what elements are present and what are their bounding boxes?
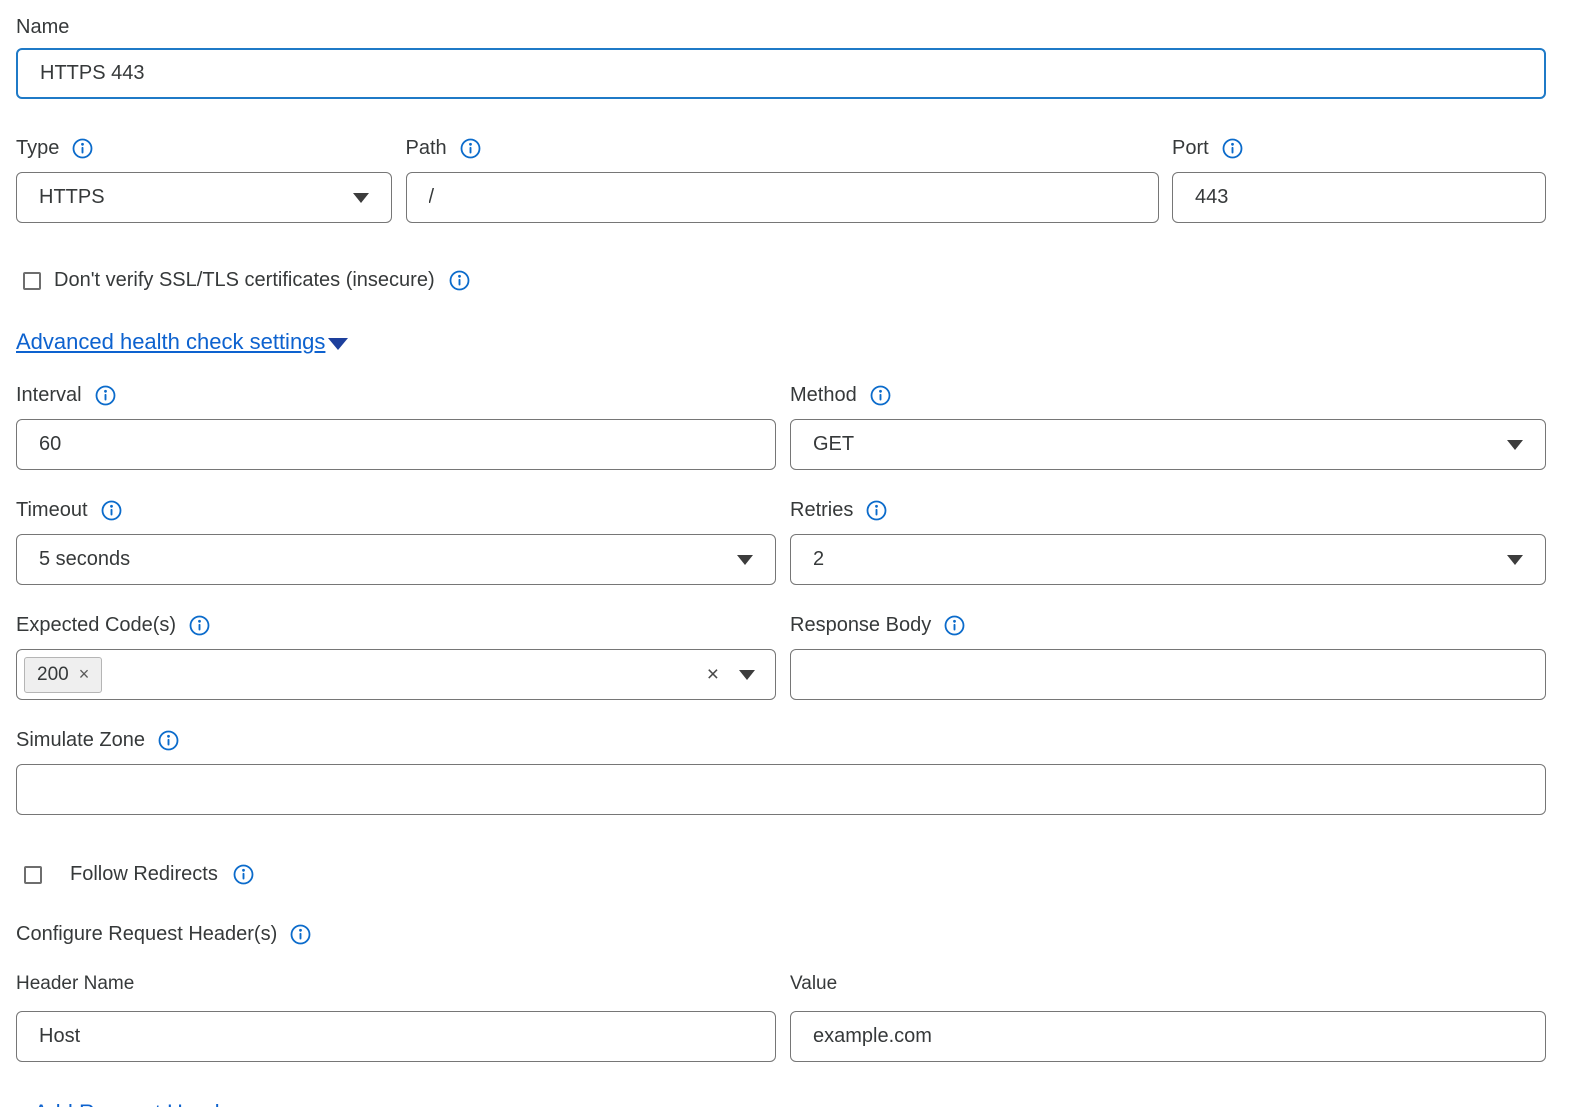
expected-codes-label: Expected Code(s) bbox=[16, 614, 176, 637]
path-label: Path bbox=[406, 137, 447, 160]
path-input[interactable] bbox=[406, 172, 1159, 223]
port-field: Port bbox=[1172, 137, 1546, 223]
name-label: Name bbox=[16, 16, 69, 39]
response-body-label: Response Body bbox=[790, 614, 931, 637]
header-name-column-label: Header Name bbox=[16, 973, 776, 995]
expected-codes-field: Expected Code(s) 200 × × bbox=[16, 614, 776, 700]
retries-select[interactable]: 2 bbox=[790, 534, 1546, 585]
interval-input[interactable] bbox=[16, 419, 776, 470]
add-request-header-link[interactable]: + Add Request Header bbox=[16, 1100, 239, 1107]
chevron-down-icon bbox=[1507, 440, 1523, 450]
advanced-settings-link[interactable]: Advanced health check settings bbox=[16, 329, 325, 355]
follow-redirects-row: Follow Redirects bbox=[24, 863, 1546, 886]
type-info-icon[interactable] bbox=[72, 138, 93, 159]
header-name-input[interactable] bbox=[16, 1011, 776, 1062]
timeout-select-value: 5 seconds bbox=[39, 548, 130, 571]
interval-label: Interval bbox=[16, 384, 82, 407]
follow-redirects-label: Follow Redirects bbox=[70, 863, 218, 886]
method-select[interactable]: GET bbox=[790, 419, 1546, 470]
method-info-icon[interactable] bbox=[870, 385, 891, 406]
configure-headers-info-icon[interactable] bbox=[290, 924, 311, 945]
port-info-icon[interactable] bbox=[1222, 138, 1243, 159]
expected-codes-info-icon[interactable] bbox=[189, 615, 210, 636]
timeout-select[interactable]: 5 seconds bbox=[16, 534, 776, 585]
retries-field: Retries 2 bbox=[790, 499, 1546, 585]
interval-info-icon[interactable] bbox=[95, 385, 116, 406]
header-value-input[interactable] bbox=[790, 1011, 1546, 1062]
header-value-column-label: Value bbox=[790, 973, 1546, 995]
simulate-zone-field: Simulate Zone bbox=[16, 729, 1546, 815]
method-field: Method GET bbox=[790, 384, 1546, 470]
ssl-verify-info-icon[interactable] bbox=[449, 270, 470, 291]
simulate-zone-label: Simulate Zone bbox=[16, 729, 145, 752]
timeout-label: Timeout bbox=[16, 499, 88, 522]
configure-headers-label: Configure Request Header(s) bbox=[16, 923, 277, 946]
chip-remove-icon[interactable]: × bbox=[79, 664, 90, 685]
chevron-down-icon bbox=[1507, 555, 1523, 565]
configure-headers-row: Configure Request Header(s) bbox=[16, 923, 1546, 946]
timeout-field: Timeout 5 seconds bbox=[16, 499, 776, 585]
follow-redirects-checkbox[interactable] bbox=[24, 866, 42, 884]
port-label: Port bbox=[1172, 137, 1209, 160]
response-body-field: Response Body bbox=[790, 614, 1546, 700]
type-select[interactable]: HTTPS bbox=[16, 172, 392, 223]
advanced-settings-caret-icon[interactable] bbox=[328, 338, 348, 350]
path-info-icon[interactable] bbox=[460, 138, 481, 159]
header-name-column: Header Name bbox=[16, 973, 776, 1062]
chevron-down-icon bbox=[739, 670, 755, 680]
chevron-down-icon bbox=[353, 193, 369, 203]
name-input[interactable] bbox=[16, 48, 1546, 99]
expected-codes-multiselect[interactable]: 200 × × bbox=[16, 649, 776, 700]
chevron-down-icon bbox=[737, 555, 753, 565]
follow-redirects-info-icon[interactable] bbox=[233, 864, 254, 885]
simulate-zone-input[interactable] bbox=[16, 764, 1546, 815]
type-label: Type bbox=[16, 137, 59, 160]
expected-code-chip: 200 × bbox=[24, 657, 102, 693]
health-check-form: Name Type HTTPS Path Port bbox=[16, 0, 1546, 1107]
timeout-info-icon[interactable] bbox=[101, 500, 122, 521]
retries-select-value: 2 bbox=[813, 548, 824, 571]
interval-field: Interval bbox=[16, 384, 776, 470]
response-body-info-icon[interactable] bbox=[944, 615, 965, 636]
name-label-row: Name bbox=[16, 16, 1546, 39]
ssl-verify-checkbox[interactable] bbox=[23, 272, 41, 290]
header-value-column: Value bbox=[790, 973, 1546, 1062]
retries-label: Retries bbox=[790, 499, 853, 522]
method-label: Method bbox=[790, 384, 857, 407]
multiselect-clear-icon[interactable]: × bbox=[707, 663, 719, 687]
port-input[interactable] bbox=[1172, 172, 1546, 223]
simulate-zone-info-icon[interactable] bbox=[158, 730, 179, 751]
method-select-value: GET bbox=[813, 433, 854, 456]
type-field: Type HTTPS bbox=[16, 137, 392, 223]
ssl-verify-label: Don't verify SSL/TLS certificates (insec… bbox=[54, 269, 435, 292]
retries-info-icon[interactable] bbox=[866, 500, 887, 521]
path-field: Path bbox=[406, 137, 1159, 223]
ssl-verify-row: Don't verify SSL/TLS certificates (insec… bbox=[23, 269, 1546, 292]
expected-code-chip-value: 200 bbox=[37, 664, 69, 686]
response-body-input[interactable] bbox=[790, 649, 1546, 700]
type-select-value: HTTPS bbox=[39, 186, 105, 209]
